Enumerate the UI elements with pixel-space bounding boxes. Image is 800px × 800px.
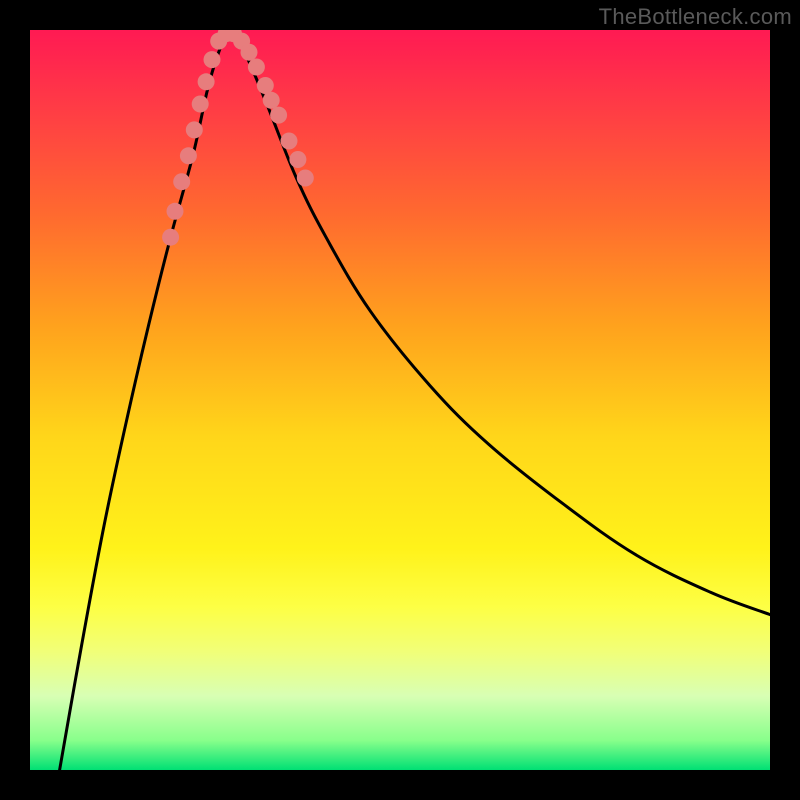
marker-dot <box>186 121 203 138</box>
curve-layer <box>30 30 770 770</box>
marker-dot <box>167 203 184 220</box>
marker-dots <box>162 30 314 246</box>
marker-dot <box>289 151 306 168</box>
marker-dot <box>297 170 314 187</box>
marker-dot <box>248 59 265 76</box>
marker-dot <box>270 107 287 124</box>
watermark-label: TheBottleneck.com <box>599 4 792 30</box>
marker-dot <box>263 92 280 109</box>
plot-area <box>30 30 770 770</box>
marker-dot <box>241 44 258 61</box>
chart-frame: TheBottleneck.com <box>0 0 800 800</box>
bottleneck-curve <box>60 30 770 770</box>
marker-dot <box>204 51 221 68</box>
marker-dot <box>192 96 209 113</box>
bottleneck-curve-path <box>60 30 770 770</box>
marker-dot <box>180 147 197 164</box>
marker-dot <box>198 73 215 90</box>
marker-dot <box>257 77 274 94</box>
marker-dot <box>281 133 298 150</box>
marker-dot <box>173 173 190 190</box>
marker-dot <box>162 229 179 246</box>
